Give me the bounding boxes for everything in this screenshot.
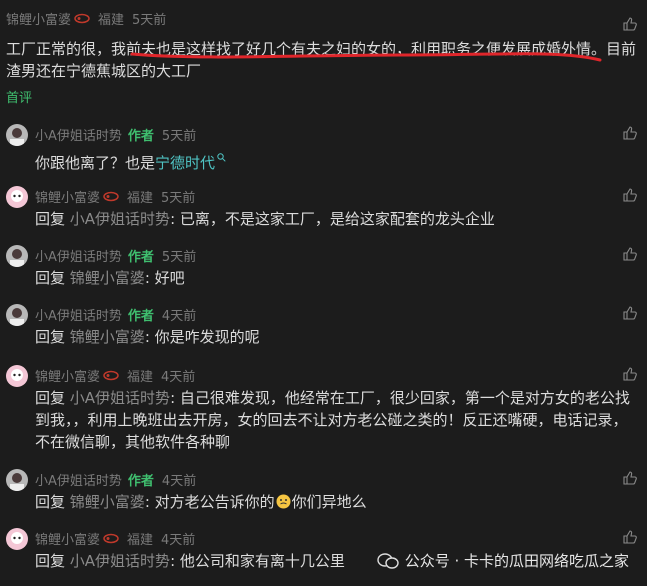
author-tag: 作者 [127, 250, 154, 265]
like-icon[interactable] [623, 246, 637, 261]
like-icon[interactable] [623, 305, 637, 320]
username[interactable]: 锦鲤小富婆 [6, 9, 71, 28]
reply-label: 回复 [35, 493, 66, 511]
avatar[interactable] [6, 245, 28, 267]
author-tag: 作者 [127, 309, 154, 324]
watermark-text: 公众号 · 卡卡的瓜田网络吃瓜之家 [404, 552, 629, 570]
like-icon[interactable] [623, 187, 637, 202]
fan-badge-icon [74, 13, 90, 24]
reply-meta: 锦鲤小富婆 福建 4天前 [35, 529, 195, 548]
reply-content: : 你是咋发现的呢 [144, 328, 260, 346]
timestamp: 4天前 [161, 533, 196, 548]
timestamp: 5天前 [161, 129, 197, 144]
reply-meta: 小A伊姐话时势 作者 4天前 [35, 305, 196, 324]
username[interactable]: 小A伊姐话时势 [35, 470, 122, 489]
fan-badge-icon [103, 191, 119, 202]
like-icon[interactable] [623, 529, 637, 544]
timestamp: 5天前 [161, 191, 196, 206]
avatar[interactable] [6, 365, 28, 387]
username[interactable]: 锦鲤小富婆 [35, 366, 100, 385]
timestamp: 4天前 [161, 309, 197, 324]
comment-text-line1: 工厂正常的很，我前夫也是这样找了好几个有夫之妇的女的，利用职务之便发展成婚外情。… [6, 40, 637, 58]
reply-label: 回复 [35, 328, 66, 346]
reply-content: : 自己很难发现，他经常在工厂，很少回家，第一个是对方女的老公找 [170, 389, 630, 407]
mention-link[interactable]: 小A伊姐话时势 [70, 210, 170, 228]
reply-label: 回复 [35, 552, 66, 570]
reply-text: 回复 锦鲤小富婆: 好吧 [35, 267, 185, 289]
username[interactable]: 小A伊姐话时势 [35, 125, 122, 144]
username[interactable]: 小A伊姐话时势 [35, 305, 122, 324]
mention-link[interactable]: 锦鲤小富婆 [70, 493, 145, 511]
location: 福建 [98, 13, 125, 28]
reply-text: 回复 小A伊姐话时势: 自己很难发现，他经常在工厂，很少回家，第一个是对方女的老… [35, 387, 630, 409]
reply-content: : 他公司和家有离十几公里 [170, 552, 345, 570]
username[interactable]: 锦鲤小富婆 [35, 529, 100, 548]
mention-link[interactable]: 小A伊姐话时势 [70, 552, 170, 570]
like-icon[interactable] [623, 125, 637, 140]
reply-meta: 小A伊姐话时势 作者 5天前 [35, 125, 196, 144]
timestamp: 5天前 [161, 250, 197, 265]
timestamp: 4天前 [161, 370, 196, 385]
author-tag: 作者 [127, 474, 154, 489]
username[interactable]: 锦鲤小富婆 [35, 187, 100, 206]
reply-text: 回复 小A伊姐话时势: 他公司和家有离十几公里 [35, 550, 345, 572]
location: 福建 [127, 533, 154, 548]
wechat-icon [376, 552, 399, 570]
username[interactable]: 小A伊姐话时势 [35, 246, 122, 265]
emoji-icon [276, 493, 291, 509]
mention-link[interactable]: 小A伊姐话时势 [70, 389, 170, 407]
reply-label: 回复 [35, 269, 66, 287]
reply-text-line2: 到我，，利用上晚班出去开房，女的回去不让对方老公碰之类的！反正还嘴硬，电话记录， [35, 411, 628, 429]
reply-content: : 已离，不是这家工厂，是给这家配套的龙头企业 [170, 210, 495, 228]
avatar[interactable] [6, 186, 28, 208]
reply-text: 回复 锦鲤小富婆: 对方老公告诉你的 你们异地么 [35, 491, 367, 513]
timestamp: 5天前 [132, 13, 167, 28]
reply-text-line3: 不在微信聊，其他软件各种聊 [35, 433, 231, 451]
fan-badge-icon [103, 533, 119, 544]
like-icon[interactable] [623, 366, 637, 381]
first-review-badge: 首评 [6, 91, 33, 106]
mention-link[interactable]: 锦鲤小富婆 [70, 328, 145, 346]
reply-content: : 好吧 [144, 269, 185, 287]
reply-meta: 小A伊姐话时势 作者 5天前 [35, 246, 196, 265]
reply-meta: 锦鲤小富婆 福建 5天前 [35, 187, 195, 206]
search-link[interactable]: 宁德时代 [155, 154, 215, 172]
location: 福建 [127, 191, 154, 206]
avatar[interactable] [6, 304, 28, 326]
main-comment-meta: 锦鲤小富婆 福建 5天前 [6, 9, 166, 28]
like-icon[interactable] [623, 16, 637, 31]
reply-text: 你跟他离了？也是宁德时代 [35, 146, 226, 174]
avatar[interactable] [6, 469, 28, 491]
reply-content: 你跟他离了？也是 [35, 154, 156, 172]
reply-content-tail: 你们异地么 [291, 493, 367, 511]
watermark: 公众号 · 卡卡的瓜田网络吃瓜之家 [376, 550, 629, 571]
comment-text-line2: 渣男还在宁德蕉城区的大工厂 [6, 62, 202, 80]
reply-text: 回复 小A伊姐话时势: 已离，不是这家工厂，是给这家配套的龙头企业 [35, 208, 495, 230]
reply-meta: 小A伊姐话时势 作者 4天前 [35, 470, 196, 489]
avatar[interactable] [6, 124, 28, 146]
avatar[interactable] [6, 528, 28, 550]
like-icon[interactable] [623, 470, 637, 485]
search-icon[interactable] [217, 146, 226, 168]
mention-link[interactable]: 锦鲤小富婆 [70, 269, 145, 287]
reply-text: 回复 锦鲤小富婆: 你是咋发现的呢 [35, 326, 260, 348]
timestamp: 4天前 [161, 474, 197, 489]
reply-label: 回复 [35, 210, 66, 228]
author-tag: 作者 [127, 129, 154, 144]
location: 福建 [127, 370, 154, 385]
reply-meta: 锦鲤小富婆 福建 4天前 [35, 366, 195, 385]
fan-badge-icon [103, 370, 119, 381]
reply-label: 回复 [35, 389, 66, 407]
reply-content: : 对方老公告诉你的 [144, 493, 275, 511]
